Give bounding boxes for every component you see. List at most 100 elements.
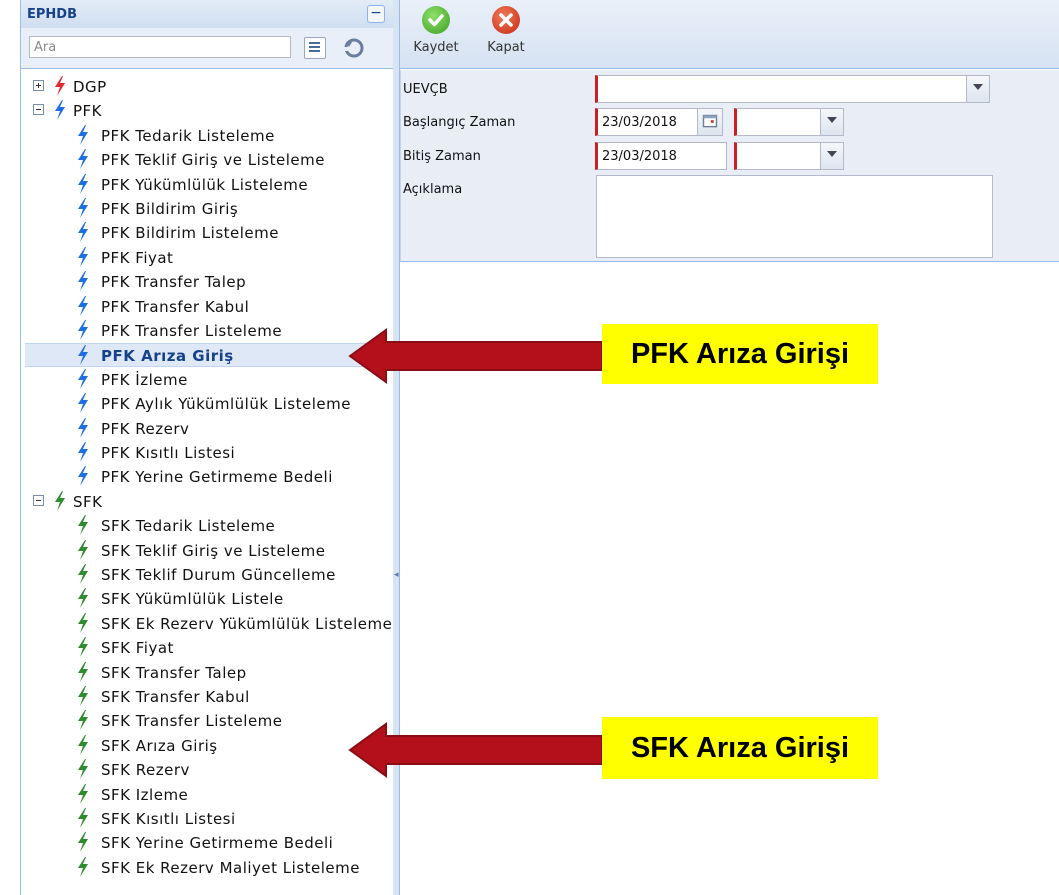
- expand-icon[interactable]: [33, 80, 44, 91]
- tree-item[interactable]: PFK Bildirim Listeleme: [21, 221, 393, 243]
- navigation-panel: EPHDB − DGP PFK PFK Tedarik Listeleme PFK T…: [20, 0, 394, 895]
- tree-item[interactable]: SFK Ek Rezerv Maliyet Listeleme: [21, 856, 393, 878]
- collapse-icon[interactable]: [33, 494, 44, 506]
- tree-item-label: PFK Bildirim Listeleme: [101, 224, 279, 243]
- lightning-bolt-icon: [78, 856, 88, 877]
- tree-item[interactable]: SFK Fiyat: [21, 636, 393, 658]
- chevron-down-icon[interactable]: [820, 143, 843, 169]
- tree-item[interactable]: PFK Transfer Kabul: [21, 295, 393, 317]
- tree-item[interactable]: SFK Teklif Giriş ve Listeleme: [21, 539, 393, 561]
- lightning-bolt-icon: [55, 100, 65, 121]
- panel-title: EPHDB: [27, 7, 77, 22]
- end-time-combobox[interactable]: [734, 142, 844, 170]
- lightning-bolt-icon: [78, 466, 88, 487]
- tree-item[interactable]: PFK Transfer Listeleme: [21, 319, 393, 341]
- tree-item-label: PFK Rezerv: [101, 419, 190, 438]
- search-bar: [21, 28, 393, 69]
- tree-item-label: PFK Aylık Yükümlülük Listeleme: [101, 395, 351, 414]
- tree-item-label: PFK Tedarik Listeleme: [101, 126, 275, 145]
- chevron-down-icon[interactable]: [966, 76, 989, 102]
- lightning-bolt-icon: [78, 539, 88, 560]
- tree-item[interactable]: SFK Izleme: [21, 783, 393, 805]
- uevcb-combobox[interactable]: [595, 75, 990, 103]
- tree-item[interactable]: SFK Transfer Listeleme: [21, 709, 393, 731]
- tree-item-label: PFK Bildirim Giriş: [101, 200, 239, 218]
- collapse-panel-button[interactable]: −: [367, 5, 385, 23]
- tree-item-label: PFK Transfer Kabul: [101, 297, 250, 316]
- tree-item[interactable]: PFK Teklif Giriş ve Listeleme: [21, 148, 393, 170]
- lightning-bolt-icon: [78, 222, 88, 243]
- tree-item-label: PFK İzleme: [101, 370, 188, 389]
- tree-group-dgp[interactable]: DGP: [21, 75, 393, 97]
- tree-item-label: SFK Kısıtlı Listesi: [101, 810, 236, 828]
- tree-item-label: SFK Teklif Durum Güncelleme: [101, 566, 336, 584]
- tree-item[interactable]: PFK Tedarik Listeleme: [21, 124, 393, 146]
- tree-group-sfk[interactable]: SFK: [21, 490, 393, 512]
- tree-item[interactable]: SFK Arıza Giriş: [21, 734, 393, 756]
- lightning-bolt-icon: [78, 734, 88, 755]
- tree-item[interactable]: PFK Arıza Giriş: [25, 343, 393, 368]
- tree-item-label: SFK Yükümlülük Listele: [101, 590, 284, 609]
- lightning-bolt-icon: [78, 832, 88, 853]
- tree-item-label: PFK: [73, 102, 103, 121]
- refresh-icon[interactable]: [342, 36, 366, 60]
- tree-item-label: PFK Kısıtlı Listesi: [101, 444, 236, 462]
- tree-item[interactable]: PFK Yükümlülük Listeleme: [21, 173, 393, 195]
- lightning-bolt-icon: [78, 417, 88, 438]
- tree-item-label: SFK Ek Rezerv Yükümlülük Listeleme: [101, 614, 393, 633]
- lightning-bolt-icon: [78, 320, 88, 340]
- close-button[interactable]: Kapat: [483, 6, 529, 55]
- tree-item[interactable]: PFK Rezerv: [21, 417, 393, 439]
- lightning-bolt-icon: [55, 76, 65, 96]
- tree-item[interactable]: SFK Tedarik Listeleme: [21, 514, 393, 536]
- tree-item[interactable]: PFK Transfer Talep: [21, 270, 393, 292]
- tree-item[interactable]: PFK İzleme: [21, 368, 393, 390]
- start-time-combobox[interactable]: [734, 108, 844, 136]
- collapse-icon[interactable]: [33, 104, 44, 116]
- lightning-bolt-icon: [78, 710, 88, 731]
- tree-item[interactable]: SFK Yerine Getirmeme Bedeli: [21, 831, 393, 853]
- end-date-field[interactable]: 23/03/2018: [595, 142, 727, 170]
- tree-item[interactable]: PFK Aylık Yükümlülük Listeleme: [21, 392, 393, 414]
- tree-item[interactable]: PFK Bildirim Giriş: [21, 197, 393, 219]
- tree-group-pfk[interactable]: PFK: [21, 99, 393, 121]
- start-date-field[interactable]: 23/03/2018: [595, 108, 723, 136]
- list-view-icon[interactable]: [304, 37, 326, 59]
- chevron-down-icon[interactable]: [820, 109, 843, 135]
- panel-header: EPHDB −: [21, 0, 393, 29]
- tree-item-label: SFK Ek Rezerv Maliyet Listeleme: [101, 858, 360, 877]
- lightning-bolt-icon: [78, 198, 88, 218]
- tree-item[interactable]: SFK Kısıtlı Listesi: [21, 807, 393, 829]
- tree-item-label: SFK Tedarik Listeleme: [101, 517, 276, 536]
- start-time-label: Başlangıç Zaman: [403, 115, 516, 130]
- collapse-arrow-icon[interactable]: ◂: [394, 570, 399, 580]
- tree-item[interactable]: SFK Yükümlülük Listele: [21, 587, 393, 609]
- tree-item-label: SFK Transfer Talep: [101, 663, 247, 682]
- menu-tree: DGP PFK PFK Tedarik Listeleme PFK Teklif Gi…: [21, 69, 393, 895]
- tree-item-label: DGP: [73, 78, 107, 96]
- tree-item[interactable]: SFK Rezerv: [21, 758, 393, 780]
- save-label: Kaydet: [413, 40, 459, 55]
- tree-item[interactable]: PFK Yerine Getirmeme Bedeli: [21, 465, 393, 487]
- lightning-bolt-icon: [78, 368, 88, 389]
- save-button[interactable]: Kaydet: [410, 6, 462, 55]
- tree-item-label: PFK Fiyat: [101, 248, 174, 267]
- search-input[interactable]: [29, 36, 291, 58]
- tree-item[interactable]: PFK Fiyat: [21, 246, 393, 268]
- uevcb-label: UEVÇB: [403, 82, 448, 97]
- tree-item-label: PFK Arıza Giriş: [101, 347, 234, 366]
- lightning-bolt-icon: [78, 173, 88, 194]
- tree-item[interactable]: SFK Ek Rezerv Yükümlülük Listeleme: [21, 612, 393, 634]
- tree-item[interactable]: PFK Kısıtlı Listesi: [21, 441, 393, 463]
- calendar-icon[interactable]: [697, 109, 722, 135]
- description-textarea[interactable]: [596, 175, 993, 258]
- tree-item-label: PFK Transfer Talep: [101, 273, 247, 292]
- description-label: Açıklama: [403, 182, 463, 197]
- tree-item[interactable]: SFK Transfer Talep: [21, 661, 393, 683]
- lightning-bolt-icon: [78, 393, 88, 414]
- tree-item-label: SFK Teklif Giriş ve Listeleme: [101, 541, 326, 560]
- tree-item[interactable]: SFK Teklif Durum Güncelleme: [21, 563, 393, 585]
- lightning-bolt-icon: [78, 246, 88, 267]
- lightning-bolt-icon: [78, 442, 88, 462]
- tree-item[interactable]: SFK Transfer Kabul: [21, 685, 393, 707]
